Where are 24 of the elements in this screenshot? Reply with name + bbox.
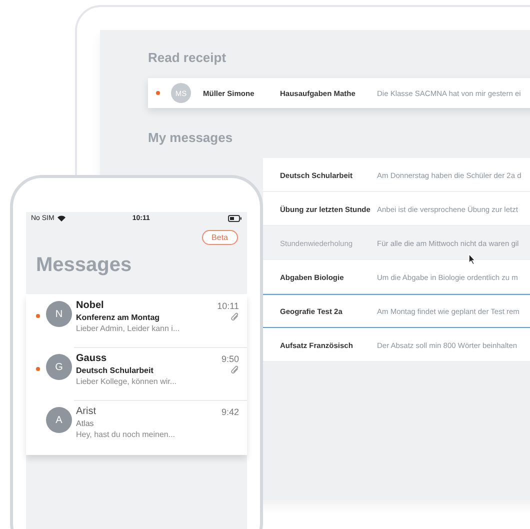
cursor-icon <box>468 253 476 265</box>
section-heading: Read receipt <box>148 50 228 66</box>
message-preview: Hey, hast du noch meinen... <box>76 430 176 439</box>
sender-name: Gauss <box>76 353 107 364</box>
sender-name: Nobel <box>76 300 104 311</box>
message-subject: Atlas <box>76 419 94 428</box>
avatar: A <box>46 407 72 433</box>
message-subject: Konferenz am Montag <box>76 313 160 322</box>
message-preview: Lieber Kollege, können wir... <box>76 377 178 386</box>
screen-title: Messages <box>35 253 133 278</box>
message-time: 9:42 <box>221 406 239 416</box>
sender-name: Arist <box>76 406 96 417</box>
wifi-icon <box>57 215 66 222</box>
message-time: 10:11 <box>217 300 239 310</box>
message-item[interactable]: G Gauss 9:50 Deutsch Schularbeit Lieber Kollege, können wir... <box>26 347 247 400</box>
section-heading: My messages <box>148 130 234 146</box>
message-subject: Deutsch Schularbeit <box>76 366 154 375</box>
message-time: 9:50 <box>221 354 239 364</box>
avatar: G <box>46 354 72 380</box>
message-preview: Lieber Admin, Leider kann i... <box>76 324 181 333</box>
battery-icon <box>228 215 242 222</box>
avatar: N <box>46 301 72 327</box>
message-item[interactable]: N Nobel 10:11 Konferenz am Montag Lieber Admin, Leider kann i... <box>26 294 247 347</box>
message-item[interactable]: A Arist 9:42 Atlas Hey, hast du noch meinen... <box>26 400 247 453</box>
